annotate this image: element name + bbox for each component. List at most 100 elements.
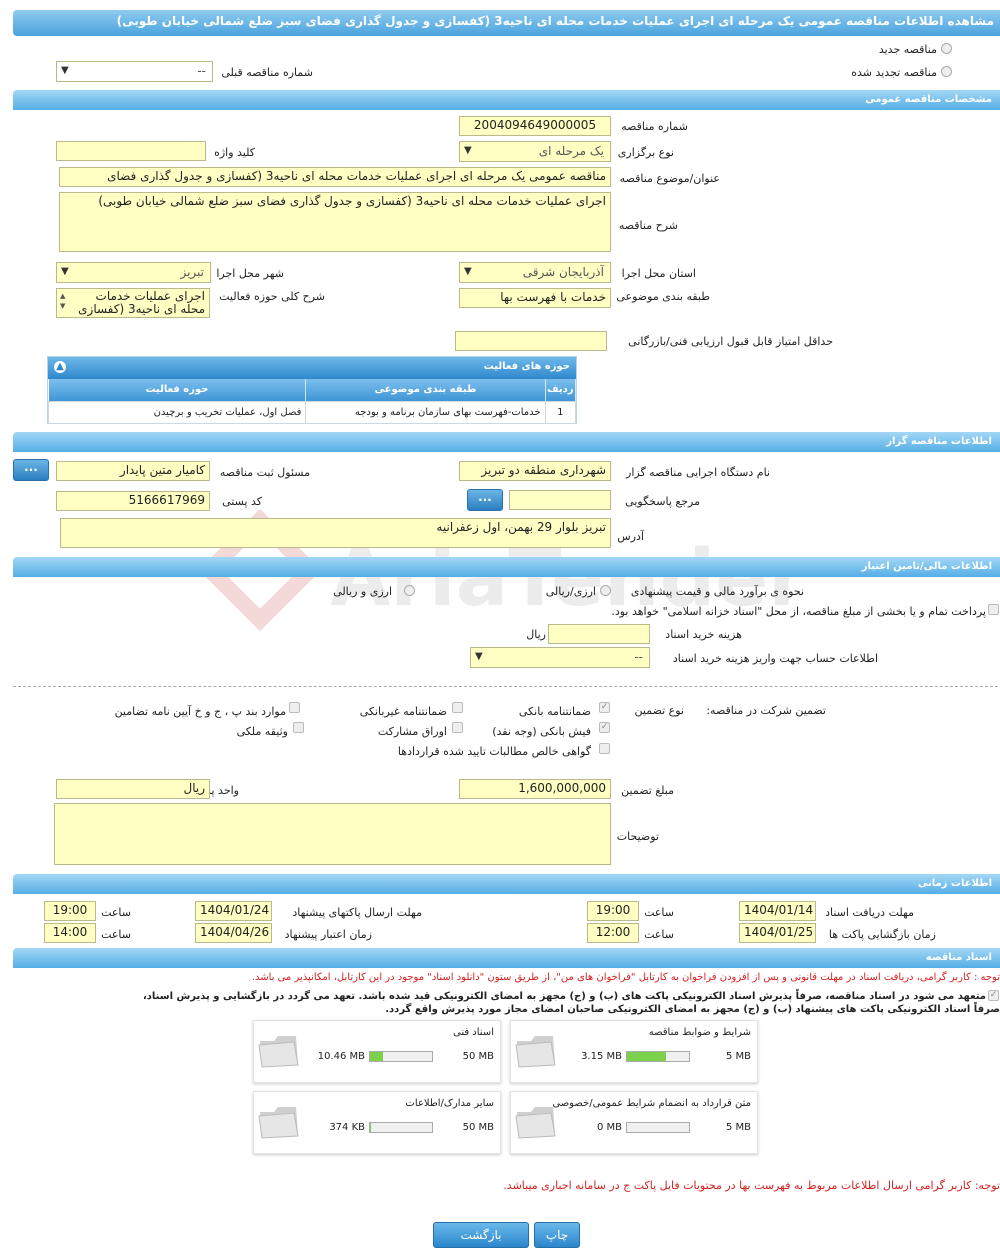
radio-estimate-currency[interactable] [404,585,415,596]
amount-field[interactable]: 1,600,000,000 [459,779,611,799]
docs-note: توجه : کاربر گرامی، دریافت اسناد در مهلت… [251,972,1000,983]
category-label: طبقه بندی موضوعی [616,290,710,303]
folder-icon [515,1036,556,1068]
file-progress [369,1122,433,1133]
chk-bonds-guarantee[interactable] [452,722,463,733]
tender-number-label: شماره مناقصه [621,120,688,133]
type-select[interactable]: ▼ یک مرحله ای [459,141,611,162]
chk-cash-guarantee[interactable]: ✓ [599,722,610,733]
category-field[interactable]: خدمات با فهرست بها [459,288,611,308]
folder-icon [258,1036,299,1068]
activity-field[interactable]: اجرای عملیات خدمات محله ای ناحیه3 (کفساز… [56,288,210,318]
opt-items-label: موارد بند پ ، ج و خ آیین نامه تضامین [114,705,286,718]
send-time-field[interactable]: 19:00 [44,901,96,921]
activities-table: حوزه فعالیت طبقه بندی موضوعی ردیف فصل او… [47,379,577,424]
province-select[interactable]: ▼ آذربایجان شرقی [459,262,611,283]
cell-category: خدمات-فهرست بهای سازمان برنامه و بودجه [305,400,546,424]
receive-label: مهلت دریافت اسناد [825,906,914,919]
section-docs: اسناد مناقصه [13,948,1000,968]
opt-nonbank-label: ضمانتنامه غیربانکی [359,705,447,718]
open-date-field[interactable]: 1404/01/25 [739,923,816,943]
chevron-down-icon: ▼ [475,651,483,662]
open-time-field[interactable]: 12:00 [587,923,639,943]
city-label: شهر محل اجرا [216,267,284,280]
chk-claims-guarantee[interactable] [599,743,610,754]
activity-label: شرح کلی حوزه فعالیت [219,290,325,303]
opt-cash-label: فیش بانکی (وجه نقد) [492,725,591,738]
chk-nonbank-guarantee[interactable] [452,702,463,713]
chk-property-guarantee[interactable] [293,722,304,733]
file-progress [369,1051,433,1062]
account-select[interactable]: ▼ -- [470,647,650,668]
opt-currency-label: ارزی و ریالی [333,585,392,598]
account-value: -- [634,650,643,664]
file-box-contract[interactable]: متن قرارداد به انضمام شرایط عمومی/خصوصی … [510,1091,758,1154]
section-general: مشخصات مناقصه عمومی [13,90,1000,110]
minscore-label: حداقل امتیاز قابل قبول ارزیابی فنی/بازرگ… [628,335,833,348]
chk-bank-guarantee[interactable]: ✓ [599,702,610,713]
divider [13,686,998,687]
ref-lookup-button[interactable]: ... [467,489,503,511]
valid-label: زمان اعتبار پیشنهاد [284,928,372,941]
chevron-down-icon: ▼ [61,65,69,76]
account-label: اطلاعات حساب جهت واریز هزینه خرید اسناد [672,652,878,665]
file-progress [626,1051,690,1062]
minscore-field[interactable] [455,331,607,351]
subject-field[interactable]: مناقصه عمومی یک مرحله ای اجرای عملیات خد… [59,167,611,187]
collapse-icon[interactable]: ▲ [54,361,66,373]
chk-items-guarantee[interactable] [289,702,300,713]
file-max-size: 50 MB [462,1122,494,1133]
send-date-field[interactable]: 1404/01/24 [195,901,272,921]
file-name: متن قرارداد به انضمام شرایط عمومی/خصوصی [552,1098,751,1109]
desc-field[interactable]: اجرای عملیات خدمات محله ای ناحیه3 (کفساز… [59,192,611,252]
registrar-field[interactable]: کامیار متین پایدار [56,461,210,481]
registrar-lookup-button[interactable]: ... [13,459,49,481]
col-activity: حوزه فعالیت [48,379,307,401]
radio-estimate-rial[interactable] [600,585,611,596]
tender-number-field[interactable]: 2004094649000005 [459,116,611,136]
file-box-terms[interactable]: شرایط و ضوابط مناقصه 5 MB 3.15 MB [510,1020,758,1083]
file-box-other[interactable]: سایر مدارک/اطلاعات 50 MB 374 KB [253,1091,501,1154]
file-used-size: 3.15 MB [581,1051,622,1062]
receive-time-field[interactable]: 19:00 [587,901,639,921]
radio-renewed-tender[interactable] [941,66,952,77]
guarantee-label: تضمین شرکت در مناقصه: [706,704,826,717]
chevron-down-icon: ▼ [464,266,472,277]
valid-date-field[interactable]: 1404/04/26 [195,923,272,943]
postal-field[interactable]: 5166617969 [56,491,210,511]
file-used-size: 374 KB [329,1122,365,1133]
scroll-arrows-icon[interactable]: ▲ ▼ [60,291,65,311]
valid-time-field[interactable]: 14:00 [44,923,96,943]
file-max-size: 50 MB [462,1051,494,1062]
opt-bonds-label: اوراق مشارکت [377,725,447,738]
folder-icon [515,1107,556,1139]
activities-panel: حوزه های فعالیت ▲ حوزه فعالیت طبقه بندی … [47,356,577,424]
chevron-down-icon: ▼ [61,266,69,277]
city-value: تبریز [180,265,204,279]
col-row: ردیف [545,379,577,401]
org-field[interactable]: شهرداری منطقه دو تبریز [459,461,611,481]
keyword-field[interactable] [56,141,206,161]
type-label: نوع برگزاری [617,146,674,159]
doc-cost-field[interactable] [548,624,650,644]
treasury-checkbox[interactable] [988,604,999,615]
province-value: آذربایجان شرقی [522,265,604,279]
unit-field[interactable]: ریال [56,779,210,799]
address-field[interactable]: تبریز بلوار 29 بهمن، اول زعفرانیه [60,518,611,548]
chevron-down-icon: ▼ [464,145,472,156]
file-box-technical[interactable]: اسناد فنی 50 MB 10.46 MB [253,1020,501,1083]
guarantee-type-label: نوع تضمین [634,704,684,717]
radio-new-tender[interactable] [941,43,952,54]
back-button[interactable]: بازگشت [433,1222,529,1248]
section-finance: اطلاعات مالی/تامین اعتبار [13,557,1000,577]
prev-number-select[interactable]: ▼ -- [56,61,213,82]
file-used-size: 10.46 MB [317,1051,365,1062]
ref-field[interactable] [509,490,611,510]
receive-date-field[interactable]: 1404/01/14 [739,901,816,921]
city-select[interactable]: ▼ تبریز [56,262,211,283]
cell-activity: فصل اول، عملیات تخریب و برچیدن [47,400,307,424]
commit-checkbox[interactable]: ✓ [988,990,999,1001]
prev-number-label: شماره مناقصه قبلی [221,66,313,79]
notes-field[interactable] [54,803,611,865]
print-button[interactable]: چاپ [534,1222,580,1248]
